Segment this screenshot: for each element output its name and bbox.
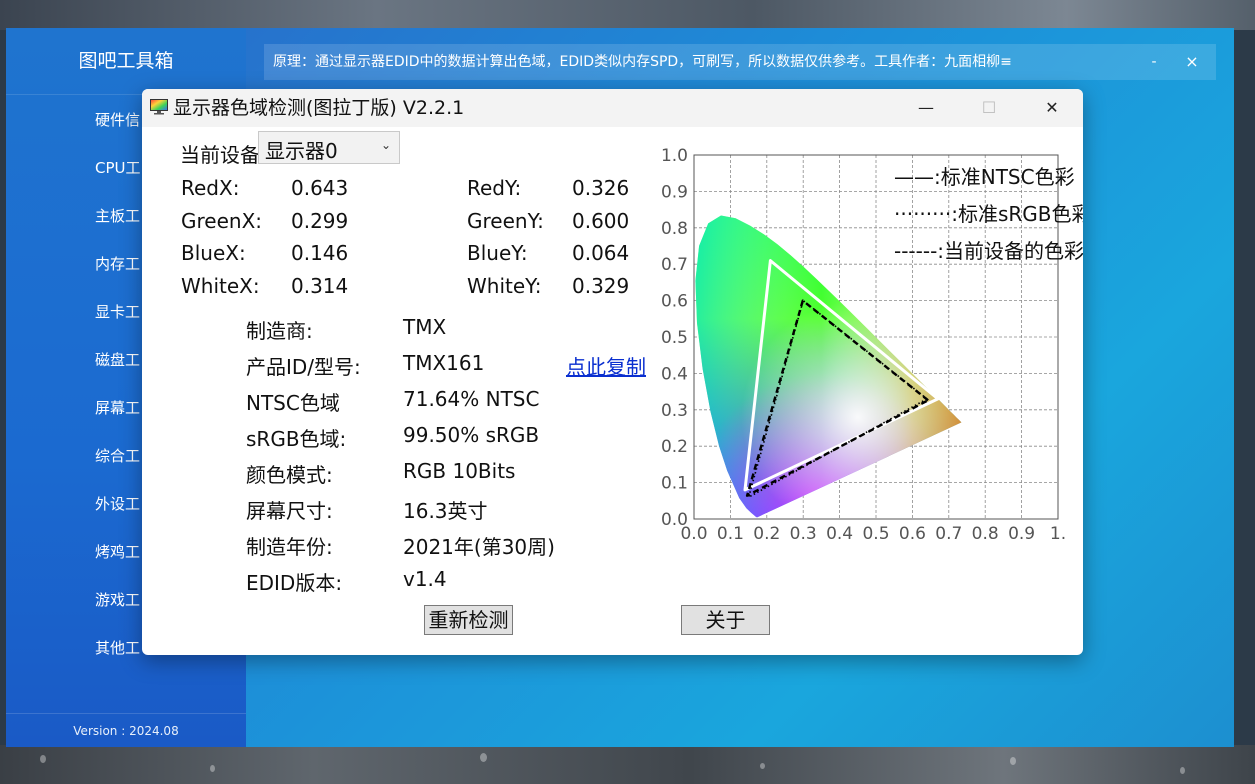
manufacture-date-value: 2021年(第30周) xyxy=(403,535,555,559)
y-tick-label: 0.4 xyxy=(661,364,688,384)
sidebar-item-peripheral[interactable]: 外设工 xyxy=(95,493,140,514)
y-tick-label: 0.2 xyxy=(661,437,688,457)
y-tick-label: 0.9 xyxy=(661,182,688,202)
legend-item: ·········:标准sRGB色彩 xyxy=(894,202,1083,226)
version-label: Version : 2024.08 xyxy=(6,713,246,748)
app-minimize-button[interactable]: - xyxy=(1144,44,1164,80)
white-x-label: WhiteX: xyxy=(181,274,260,298)
green-y-label: GreenY: xyxy=(467,209,544,233)
manufacturer-label: 制造商: xyxy=(246,319,313,343)
y-tick-label: 0.8 xyxy=(661,219,688,239)
blue-y-label: BlueY: xyxy=(467,241,528,265)
color-mode-label: 颜色模式: xyxy=(246,463,333,487)
edid-version-label: EDID版本: xyxy=(246,571,343,595)
app-close-button[interactable]: × xyxy=(1182,44,1202,80)
gamut-dialog: 显示器色域检测(图拉丁版) V2.2.1 — ☐ ✕ 当前设备 显示器0 ⌄ R… xyxy=(142,89,1083,655)
dialog-title: 显示器色域检测(图拉丁版) V2.2.1 xyxy=(173,97,465,119)
dialog-minimize-button[interactable]: — xyxy=(906,89,946,127)
product-id-label: 产品ID/型号: xyxy=(246,355,361,379)
y-tick-label: 0.5 xyxy=(661,328,688,348)
dialog-maximize-button[interactable]: ☐ xyxy=(969,89,1009,127)
y-tick-label: 0.6 xyxy=(661,292,688,312)
y-tick-label: 0.0 xyxy=(661,510,688,530)
x-tick-label: 0.3 xyxy=(790,524,817,544)
legend-item: ------:当前设备的色彩 xyxy=(894,239,1083,263)
sidebar-item-cpu[interactable]: CPU工 xyxy=(95,157,141,178)
screen-size-value: 16.3英寸 xyxy=(403,499,488,523)
manufacturer-value: TMX xyxy=(403,315,447,339)
device-select[interactable]: 显示器0 ⌄ xyxy=(258,131,400,164)
sidebar-item-screen[interactable]: 屏幕工 xyxy=(95,397,140,418)
x-tick-label: 0.8 xyxy=(972,524,999,544)
manufacture-date-label: 制造年份: xyxy=(246,535,333,559)
sidebar-item-gpu[interactable]: 显卡工 xyxy=(95,301,140,322)
device-select-value: 显示器0 xyxy=(265,139,338,163)
white-x-value: 0.314 xyxy=(291,274,349,298)
sidebar-item-disk[interactable]: 磁盘工 xyxy=(95,349,140,370)
red-y-value: 0.326 xyxy=(572,176,630,200)
desktop-wallpaper-bottom xyxy=(0,745,1255,784)
chart-legend: ——:标准NTSC色彩 ·········:标准sRGB色彩 ------:当前设备… xyxy=(894,165,1083,263)
red-x-value: 0.643 xyxy=(291,176,349,200)
legend-label: ·········:标准sRGB色彩 xyxy=(894,202,1083,226)
white-y-label: WhiteY: xyxy=(467,274,542,298)
green-y-value: 0.600 xyxy=(572,209,630,233)
blue-x-value: 0.146 xyxy=(291,241,349,265)
info-bar: 原理：通过显示器EDID中的数据计算出色域，EDID类似内存SPD，可刷写，所以… xyxy=(264,44,1216,80)
white-y-value: 0.329 xyxy=(572,274,630,298)
dialog-close-button[interactable]: ✕ xyxy=(1032,89,1072,127)
monitor-icon xyxy=(150,99,168,115)
sidebar-item-other[interactable]: 其他工 xyxy=(95,637,140,658)
blue-x-label: BlueX: xyxy=(181,241,246,265)
copy-link[interactable]: 点此复制 xyxy=(566,351,646,380)
x-tick-label: 0.7 xyxy=(935,524,962,544)
ntsc-value: 71.64% NTSC xyxy=(403,387,540,411)
y-tick-label: 0.7 xyxy=(661,255,688,275)
desktop-wallpaper-top xyxy=(0,0,1255,30)
legend-label: ——:标准NTSC色彩 xyxy=(894,165,1075,189)
x-tick-label: 0.1 xyxy=(717,524,744,544)
x-tick-label: 0.6 xyxy=(899,524,926,544)
x-tick-label: 0.5 xyxy=(862,524,889,544)
y-tick-label: 0.3 xyxy=(661,401,688,421)
product-id-value: TMX161 xyxy=(403,351,485,375)
info-text: 原理：通过显示器EDID中的数据计算出色域，EDID类似内存SPD，可刷写，所以… xyxy=(273,54,1012,70)
sidebar-item-memory[interactable]: 内存工 xyxy=(95,253,140,274)
cie-chart: 0.0 0.1 0.2 0.3 0.4 0.5 0.6 0.7 0.8 0.9 1.0.00.10.… xyxy=(661,146,1083,544)
color-mode-value: RGB 10Bits xyxy=(403,459,516,483)
green-x-value: 0.299 xyxy=(291,209,349,233)
srgb-value: 99.50% sRGB xyxy=(403,423,540,447)
blue-y-value: 0.064 xyxy=(572,241,630,265)
srgb-label: sRGB色域: xyxy=(246,427,347,451)
dialog-titlebar[interactable]: 显示器色域检测(图拉丁版) V2.2.1 — ☐ ✕ xyxy=(142,89,1083,127)
legend-item: ——:标准NTSC色彩 xyxy=(894,165,1075,189)
green-x-label: GreenX: xyxy=(181,209,263,233)
legend-label: ------:当前设备的色彩 xyxy=(894,239,1083,263)
x-tick-label: 1. xyxy=(1050,524,1066,544)
x-tick-label: 0.4 xyxy=(826,524,853,544)
sidebar-item-game[interactable]: 游戏工 xyxy=(95,589,140,610)
red-y-label: RedY: xyxy=(467,176,522,200)
sidebar-item-hardware[interactable]: 硬件信 xyxy=(95,109,140,130)
device-label: 当前设备 xyxy=(180,143,260,167)
chevron-down-icon: ⌄ xyxy=(380,138,391,152)
sidebar-item-general[interactable]: 综合工 xyxy=(95,445,140,466)
ntsc-label: NTSC色域 xyxy=(246,391,340,415)
screen-size-label: 屏幕尺寸: xyxy=(246,499,333,523)
x-tick-label: 0.2 xyxy=(753,524,780,544)
sidebar-item-stress[interactable]: 烤鸡工 xyxy=(95,541,140,562)
redetect-button[interactable]: 重新检测 xyxy=(424,605,513,635)
y-tick-label: 0.1 xyxy=(661,474,688,494)
x-tick-label: 0.9 xyxy=(1008,524,1035,544)
edid-version-value: v1.4 xyxy=(403,567,447,591)
about-button[interactable]: 关于 xyxy=(681,605,770,635)
red-x-label: RedX: xyxy=(181,176,240,200)
app-title: 图吧工具箱 xyxy=(6,28,246,95)
sidebar-item-motherboard[interactable]: 主板工 xyxy=(95,205,140,226)
y-tick-label: 1.0 xyxy=(661,146,688,166)
